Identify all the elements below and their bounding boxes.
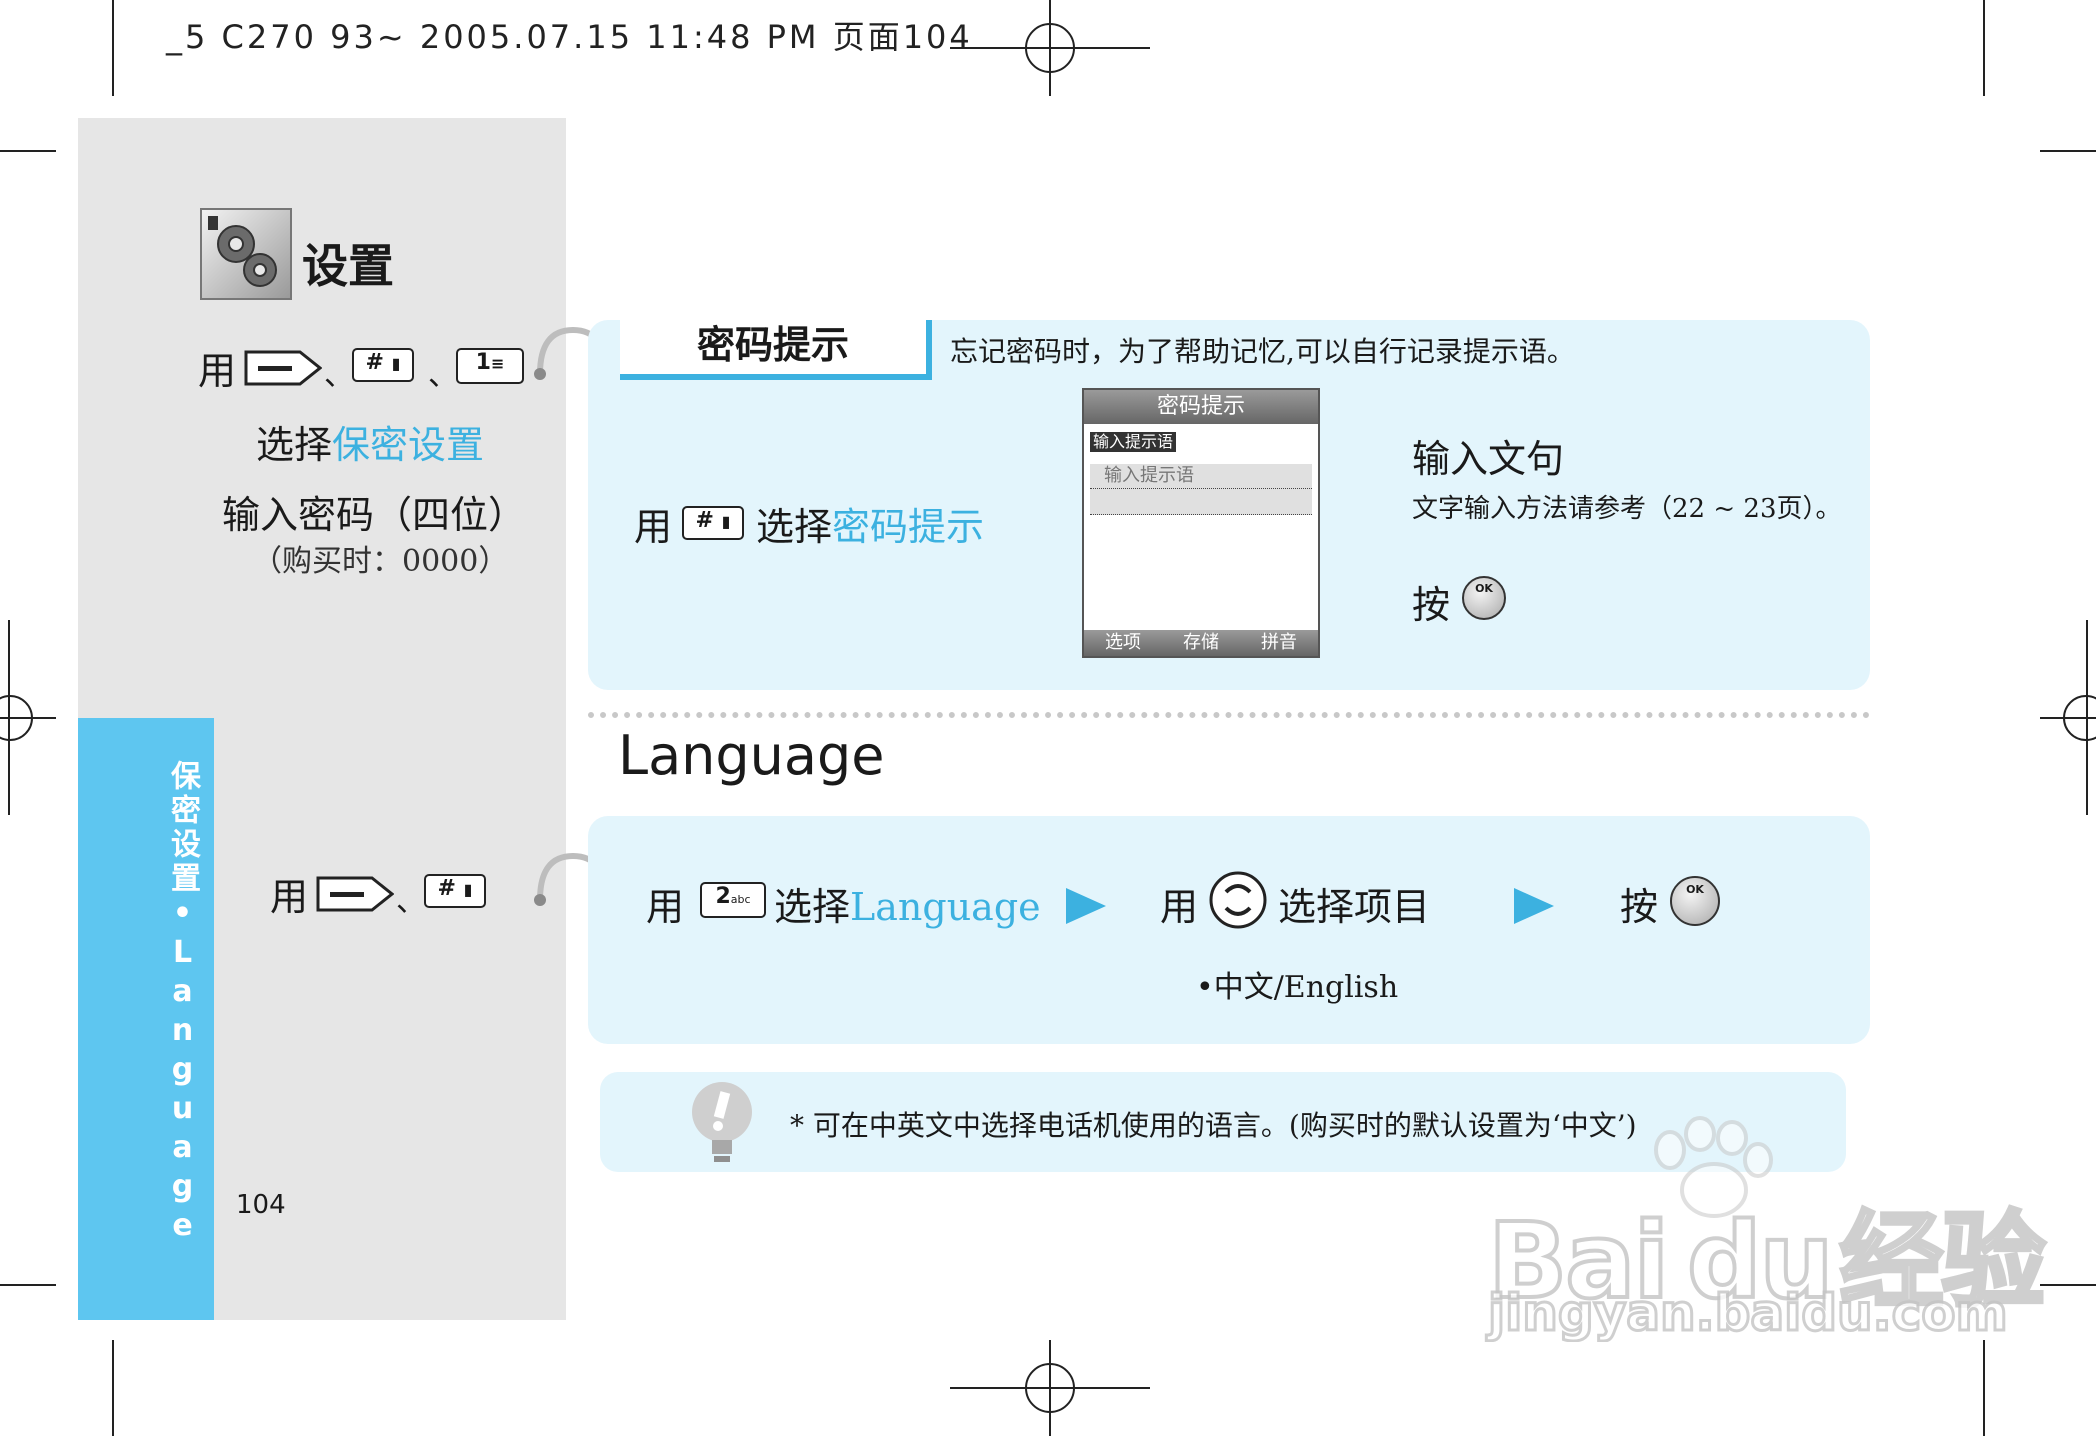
section1-description: 忘记密码时，为了帮助记忆,可以自行记录提示语。: [950, 335, 1575, 368]
language-heading: Language: [618, 724, 885, 787]
lightbulb-icon: [686, 1080, 758, 1166]
page-number: 104: [236, 1190, 286, 1220]
arrow-right-icon: [1514, 888, 1554, 924]
screen-softkeys: 选项 存储 拼音: [1084, 630, 1318, 656]
security-settings-link: 保密设置: [332, 423, 485, 467]
one-key: 1≡: [456, 348, 524, 384]
language-options-text: 中文/English: [1213, 970, 1399, 1005]
section2-step1-prefix: 用: [646, 885, 685, 929]
section1-instruction-rest: 选择密码提示: [756, 496, 984, 551]
hash-key-label: #: [437, 876, 456, 901]
ok-label: OK: [1475, 582, 1493, 595]
chapter-title: 设置: [302, 239, 394, 293]
menu-soft-key: [244, 350, 323, 386]
lock-icon: ▮: [463, 880, 473, 899]
arrow-right-icon: [1066, 888, 1106, 924]
registration-mark-right: [2040, 695, 2096, 741]
menu-soft-key: [316, 876, 395, 912]
two-key-sub: abc: [730, 893, 751, 906]
password-hint-link: 密码提示: [832, 505, 985, 549]
lock-icon: ▮: [721, 512, 731, 531]
print-header: _5 C270 93~ 2005.07.15 11:48 PM 页面104: [166, 18, 973, 56]
screen-field-label: 输入提示语: [1090, 432, 1177, 452]
sep: 、: [428, 358, 458, 393]
instr-mid: 选择: [756, 505, 833, 549]
lock-icon: ▮: [391, 354, 401, 373]
instr-prefix: 用: [634, 505, 673, 549]
vertical-tab-label: 保密设置•Language: [165, 760, 200, 1247]
settings-gear-icon: [200, 208, 292, 300]
sep: 、: [324, 358, 354, 393]
ok-button-icon: OK: [1462, 576, 1506, 620]
screen-title: 密码提示: [1084, 390, 1318, 424]
softkey-options: 选项: [1105, 632, 1141, 653]
section2-step2-prefix: 用: [1160, 885, 1199, 929]
crop-mark: [0, 150, 56, 152]
tip-text: * 可在中英文中选择电话机使用的语言。(购买时的默认设置为‘中文’): [790, 1109, 1637, 1142]
hash-key-label: #: [695, 508, 714, 533]
softkey-save: 存储: [1183, 632, 1219, 653]
nav-key-icon: [1208, 870, 1268, 930]
hash-key: # ▮: [424, 874, 486, 908]
language-options: •中文/English: [1196, 962, 1398, 1006]
sidebar-step1-text: 用: [198, 349, 237, 393]
section2-step3: 按: [1620, 885, 1659, 929]
bullet: •: [1196, 970, 1214, 1005]
section1-title-tab: 密码提示: [620, 320, 932, 380]
voicemail-icon: ≡: [490, 354, 505, 373]
crop-mark: [1983, 0, 1985, 96]
section1-right-note: 文字输入方法请参考（22 ~ 23页）。: [1412, 494, 1842, 524]
sep: 、: [396, 884, 426, 919]
one-key-label: 1: [475, 350, 491, 375]
crop-mark: [112, 0, 114, 96]
crop-mark: [0, 1284, 56, 1286]
ok-label: OK: [1686, 883, 1704, 896]
section2-step2-text: 选择项目: [1278, 885, 1431, 929]
screen-text-field: 输入提示语: [1090, 464, 1312, 515]
screen-field-value: 输入提示语: [1090, 464, 1312, 489]
phone-screen: 密码提示 输入提示语 输入提示语 选项 存储 拼音: [1082, 388, 1320, 658]
section1-instruction: 用: [634, 496, 672, 551]
two-key-label: 2: [715, 884, 731, 909]
watermark-url: jingyan.baidu.com: [1487, 1283, 2010, 1344]
sidebar-step2: 选择保密设置: [256, 414, 484, 469]
ok-button-icon: OK: [1670, 876, 1720, 926]
sidebar-step3: 输入密码（四位）: [222, 493, 527, 537]
registration-mark-left: [0, 695, 56, 741]
language-link: Language: [850, 885, 1041, 929]
section1-press: 按: [1412, 583, 1451, 627]
crop-mark: [2040, 150, 2096, 152]
crop-mark: [112, 1340, 114, 1436]
hash-key: # ▮: [352, 348, 414, 382]
step2-prefix: 选择: [256, 423, 333, 467]
section1-title: 密码提示: [696, 323, 849, 367]
hash-key-label: #: [365, 350, 384, 375]
registration-mark-bottom: [950, 1340, 1150, 1436]
section2-step1: 选择Language: [774, 876, 1041, 931]
sidebar-step3-note: （购买时：0000）: [252, 544, 509, 579]
crop-mark: [2040, 1284, 2096, 1286]
crop-mark: [1983, 1340, 1985, 1436]
step1-mid: 选择: [774, 885, 851, 929]
section1-right-title: 输入文句: [1412, 437, 1565, 481]
softkey-pinyin: 拼音: [1261, 632, 1297, 653]
sidebar-step4-text: 用: [270, 875, 309, 919]
two-key: 2abc: [700, 882, 766, 918]
registration-mark-top: [950, 0, 1150, 96]
hash-key: # ▮: [682, 506, 744, 540]
dotted-separator: [588, 712, 1870, 718]
